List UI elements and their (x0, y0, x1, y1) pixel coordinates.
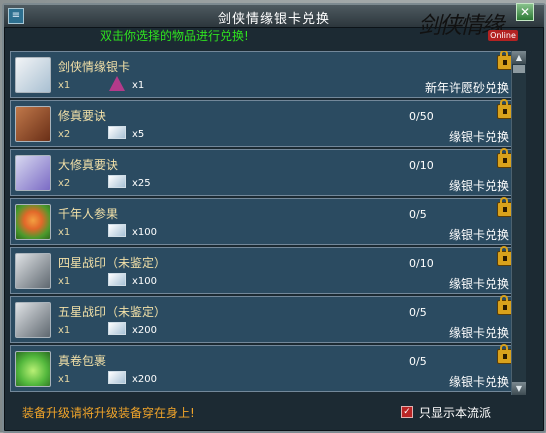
list-item[interactable]: 千年人参果 x1 x100 0/5 缘银卡兑换 (10, 197, 520, 245)
list-item[interactable]: 修真要诀 x2 x5 0/50 缘银卡兑换 (10, 99, 520, 147)
silver-card-icon (108, 224, 126, 237)
exchange-method: 缘银卡兑换 (448, 130, 509, 144)
silver-card-icon (108, 126, 126, 139)
scroll-down-icon[interactable]: ▼ (512, 382, 526, 395)
cost-quantity: x100 (132, 227, 158, 238)
item-quantity: x2 (58, 178, 71, 189)
cost-quantity: x5 (132, 129, 145, 140)
item-name: 千年人参果 (58, 207, 119, 221)
silver-card-icon (108, 175, 126, 188)
item-quantity: x1 (58, 374, 71, 385)
cost-quantity: x200 (132, 325, 158, 336)
cost-quantity: x1 (132, 80, 145, 91)
show-own-school-checkbox[interactable]: ✓ (401, 406, 413, 418)
item-name: 真卷包裹 (58, 354, 107, 368)
scrollbar[interactable]: ▲ ▼ (511, 51, 526, 395)
silver-card-icon (108, 371, 126, 384)
ginseng-fruit-icon (15, 204, 51, 240)
scroll-up-icon[interactable]: ▲ (512, 51, 526, 64)
scroll-icon (15, 155, 51, 191)
logo-badge: Online (488, 30, 518, 41)
exchange-method: 缘银卡兑换 (448, 179, 509, 193)
scroll-thumb[interactable] (513, 65, 525, 73)
silver-card-icon (108, 273, 126, 286)
exchange-limit: 0/5 (409, 208, 427, 221)
silver-card-icon (108, 322, 126, 335)
list-item[interactable]: 剑侠情缘银卡 x1 x1 新年许愿砂兑换 (10, 51, 520, 98)
item-name: 四星战印（未鉴定） (58, 256, 167, 270)
item-quantity: x1 (58, 276, 71, 287)
cost-quantity: x25 (132, 178, 151, 189)
exchange-method: 缘银卡兑换 (448, 375, 509, 389)
list-item[interactable]: 四星战印（未鉴定） x1 x100 0/10 缘银卡兑换 (10, 246, 520, 294)
exchange-limit: 0/50 (409, 110, 434, 123)
exchange-method: 缘银卡兑换 (448, 326, 509, 340)
equipment-upgrade-hint: 装备升级请将升级装备穿在身上! (22, 406, 195, 420)
instruction-text: 双击你选择的物品进行兑换! (100, 29, 249, 43)
wish-sand-icon (109, 76, 125, 91)
exchange-method: 缘银卡兑换 (448, 228, 509, 242)
cost-quantity: x200 (132, 374, 158, 385)
list-item[interactable]: 大修真要诀 x2 x25 0/10 缘银卡兑换 (10, 148, 520, 196)
item-quantity: x1 (58, 80, 71, 91)
checkbox-label[interactable]: 只显示本流派 (419, 404, 491, 421)
item-name: 五星战印（未鉴定） (58, 305, 167, 319)
book-icon (15, 106, 51, 142)
exchange-method: 缘银卡兑换 (448, 277, 509, 291)
war-seal-icon (15, 253, 51, 289)
close-button[interactable]: ✕ (516, 3, 534, 21)
silver-card-icon (15, 57, 51, 93)
exchange-limit: 0/10 (409, 159, 434, 172)
item-name: 大修真要诀 (58, 158, 119, 172)
item-quantity: x2 (58, 129, 71, 140)
war-seal-icon (15, 302, 51, 338)
list-item[interactable]: 真卷包裹 x1 x200 0/5 缘银卡兑换 (10, 344, 520, 392)
item-name: 剑侠情缘银卡 (58, 60, 131, 74)
item-name: 修真要诀 (58, 109, 107, 123)
item-quantity: x1 (58, 325, 71, 336)
cost-quantity: x100 (132, 276, 158, 287)
exchange-method: 新年许愿砂兑换 (424, 81, 509, 95)
item-list: 剑侠情缘银卡 x1 x1 新年许愿砂兑换 修真要诀 x2 x5 0/50 缘银卡… (10, 51, 522, 395)
exchange-limit: 0/5 (409, 355, 427, 368)
exchange-limit: 0/10 (409, 257, 434, 270)
bag-icon (15, 351, 51, 387)
item-quantity: x1 (58, 227, 71, 238)
exchange-limit: 0/5 (409, 306, 427, 319)
list-item[interactable]: 五星战印（未鉴定） x1 x200 0/5 缘银卡兑换 (10, 295, 520, 343)
